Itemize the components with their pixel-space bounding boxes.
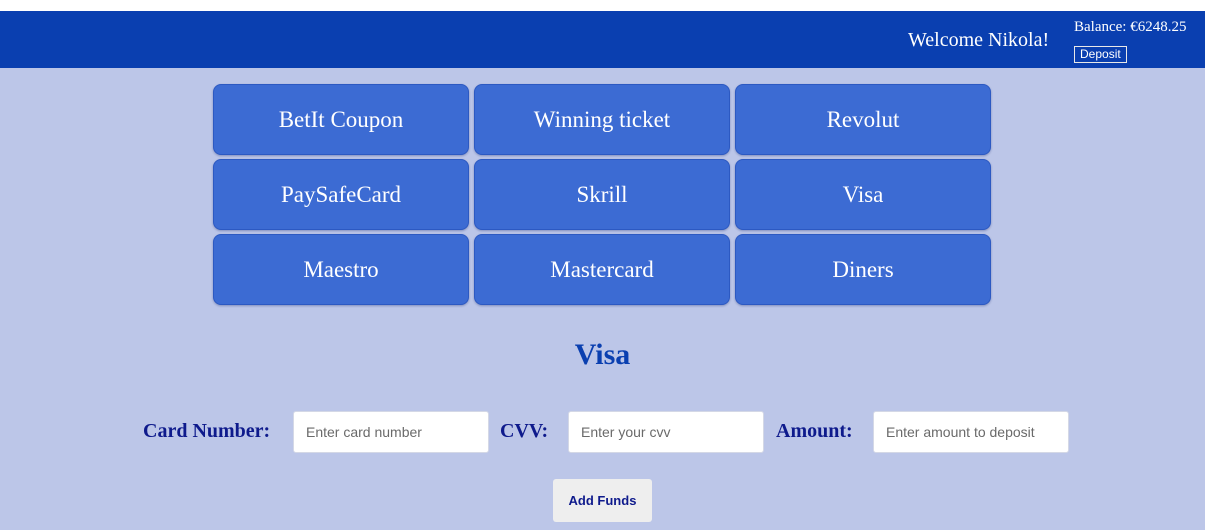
method-button-betit-coupon[interactable]: BetIt Coupon bbox=[213, 84, 469, 155]
method-button-mastercard[interactable]: Mastercard bbox=[474, 234, 730, 305]
welcome-text: Welcome Nikola! bbox=[908, 29, 1050, 51]
selected-method-title: Visa bbox=[574, 338, 631, 371]
method-button-winning-ticket[interactable]: Winning ticket bbox=[474, 84, 730, 155]
amount-input[interactable] bbox=[873, 411, 1069, 453]
amount-label: Amount: bbox=[776, 420, 853, 442]
method-button-skrill[interactable]: Skrill bbox=[474, 159, 730, 230]
deposit-button[interactable]: Deposit bbox=[1074, 46, 1127, 63]
method-button-diners[interactable]: Diners bbox=[735, 234, 991, 305]
method-button-revolut[interactable]: Revolut bbox=[735, 84, 991, 155]
deposit-page: Welcome Nikola! Balance: €6248.25 Deposi… bbox=[0, 0, 1205, 530]
card-number-input[interactable] bbox=[293, 411, 489, 453]
header-bar: Welcome Nikola! Balance: €6248.25 Deposi… bbox=[0, 11, 1205, 68]
method-button-maestro[interactable]: Maestro bbox=[213, 234, 469, 305]
cvv-input[interactable] bbox=[568, 411, 764, 453]
top-strip bbox=[0, 0, 1205, 11]
add-funds-button[interactable]: Add Funds bbox=[553, 479, 652, 522]
cvv-label: CVV: bbox=[500, 420, 549, 442]
card-number-label: Card Number: bbox=[143, 420, 271, 442]
payment-method-grid: BetIt Coupon Winning ticket Revolut PayS… bbox=[213, 84, 991, 305]
balance-text: Balance: €6248.25 bbox=[1074, 19, 1187, 35]
method-button-paysafecard[interactable]: PaySafeCard bbox=[213, 159, 469, 230]
method-button-visa[interactable]: Visa bbox=[735, 159, 991, 230]
